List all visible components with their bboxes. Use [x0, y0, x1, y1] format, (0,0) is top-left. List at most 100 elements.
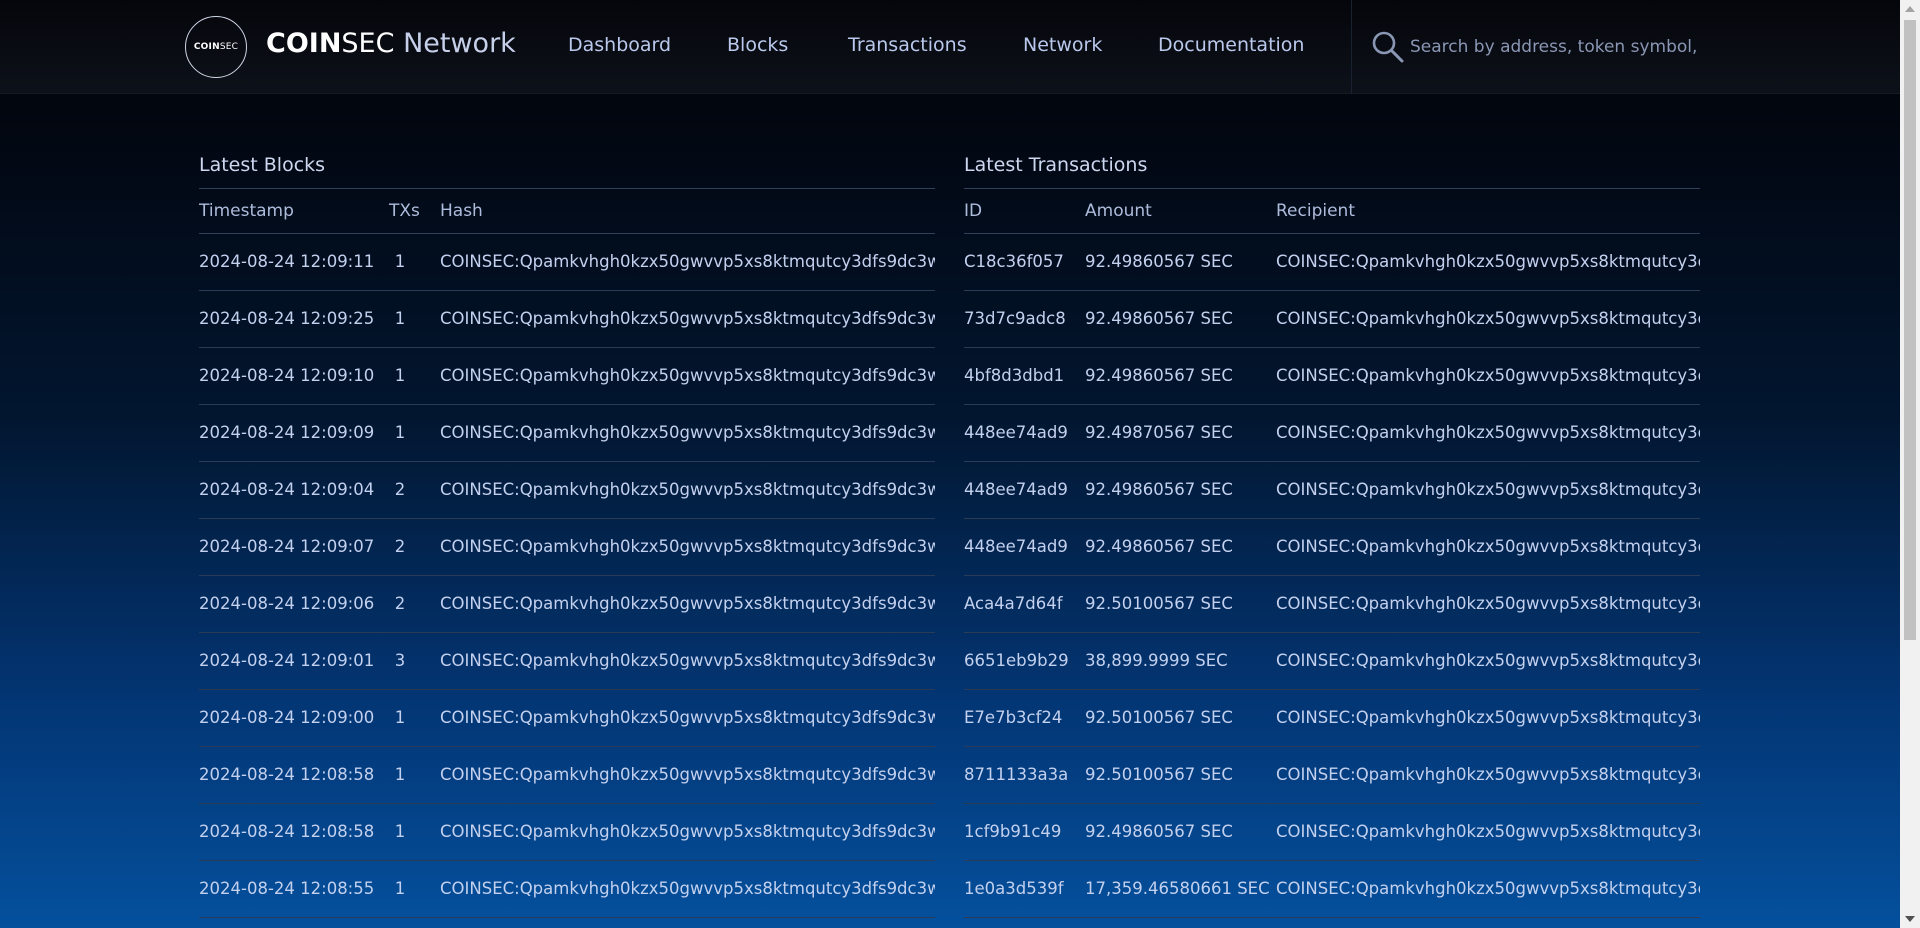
tx-amount: 92.50100567 SEC	[1085, 765, 1233, 784]
table-row[interactable]: 2024-08-24 12:08:55 1 COINSEC:Qpamkvhgh0kz…	[199, 861, 935, 918]
nav-documentation[interactable]: Documentation	[1158, 34, 1304, 56]
block-hash-link[interactable]: COINSEC:Qpamkvhgh0kzx50gwvvp5xs8ktmqutcy…	[440, 366, 935, 385]
block-hash-link[interactable]: COINSEC:Qpamkvhgh0kzx50gwvvp5xs8ktmqutcy…	[440, 252, 935, 271]
tx-id-link[interactable]: 1cf9b91c49	[964, 822, 1061, 841]
tx-recipient-link[interactable]: COINSEC:Qpamkvhgh0kzx50gwvvp5xs8ktmqutcy…	[1276, 309, 1700, 328]
tx-recipient-link[interactable]: COINSEC:Qpamkvhgh0kzx50gwvvp5xs8ktmqutcy…	[1276, 651, 1700, 670]
blocks-table-header: Timestamp TXs Hash	[199, 189, 935, 234]
nav-network[interactable]: Network	[1023, 34, 1102, 56]
col-amount: Amount	[1085, 201, 1152, 221]
block-hash-link[interactable]: COINSEC:Qpamkvhgh0kzx50gwvvp5xs8ktmqutcy…	[440, 879, 935, 898]
search-icon[interactable]	[1371, 30, 1405, 64]
brand-bold: COIN	[266, 28, 342, 59]
tx-id-link[interactable]: C18c36f057	[964, 252, 1064, 271]
tx-id-link[interactable]: 448ee74ad9	[964, 423, 1068, 442]
page-scrollbar[interactable]	[1900, 0, 1920, 928]
block-hash-link[interactable]: COINSEC:Qpamkvhgh0kzx50gwvvp5xs8ktmqutcy…	[440, 537, 935, 556]
nav-transactions[interactable]: Transactions	[848, 34, 967, 56]
brand-rest: Network	[394, 28, 516, 59]
table-row[interactable]: 2024-08-24 12:09:06 2 COINSEC:Qpamkvhgh0kz…	[199, 576, 935, 633]
block-tx-count: 1	[394, 765, 406, 784]
nav-dashboard[interactable]: Dashboard	[568, 34, 671, 56]
table-row[interactable]: 448ee74ad9 92.49860567 SEC COINSEC:Qpamkvh…	[964, 519, 1700, 576]
nav-blocks[interactable]: Blocks	[727, 34, 788, 56]
tx-amount: 92.50100567 SEC	[1085, 708, 1233, 727]
table-row[interactable]: 2024-08-24 12:09:10 1 COINSEC:Qpamkvhgh0kz…	[199, 348, 935, 405]
table-row[interactable]: 1e0a3d539f 17,359.46580661 SEC COINSEC:Qpa…	[964, 861, 1700, 918]
tx-recipient-link[interactable]: COINSEC:Qpamkvhgh0kzx50gwvvp5xs8ktmqutcy…	[1276, 708, 1700, 727]
tx-recipient-link[interactable]: COINSEC:Qpamkvhgh0kzx50gwvvp5xs8ktmqutcy…	[1276, 537, 1700, 556]
latest-blocks-panel: Latest Blocks Timestamp TXs Hash 2024-08…	[199, 150, 935, 918]
tx-amount: 92.49860567 SEC	[1085, 252, 1233, 271]
block-tx-count: 2	[394, 480, 406, 499]
table-row[interactable]: 2024-08-24 12:09:25 1 COINSEC:Qpamkvhgh0kz…	[199, 291, 935, 348]
scroll-thumb[interactable]	[1904, 20, 1916, 640]
scroll-down-icon[interactable]	[1905, 916, 1915, 922]
block-tx-count: 1	[394, 708, 406, 727]
table-row[interactable]: E7e7b3cf24 92.50100567 SEC COINSEC:Qpamkvh…	[964, 690, 1700, 747]
tx-id-link[interactable]: 73d7c9adc8	[964, 309, 1066, 328]
table-row[interactable]: 2024-08-24 12:09:01 3 COINSEC:Qpamkvhgh0kz…	[199, 633, 935, 690]
block-tx-count: 1	[394, 366, 406, 385]
tx-recipient-link[interactable]: COINSEC:Qpamkvhgh0kzx50gwvvp5xs8ktmqutcy…	[1276, 879, 1700, 898]
table-row[interactable]: 8711133a3a 92.50100567 SEC COINSEC:Qpamkvh…	[964, 747, 1700, 804]
tx-amount: 38,899.9999 SEC	[1085, 651, 1228, 670]
tx-recipient-link[interactable]: COINSEC:Qpamkvhgh0kzx50gwvvp5xs8ktmqutcy…	[1276, 594, 1700, 613]
tx-id-link[interactable]: 8711133a3a	[964, 765, 1068, 784]
block-timestamp: 2024-08-24 12:09:09	[199, 423, 375, 442]
tx-id-link[interactable]: 4bf8d3dbd1	[964, 366, 1064, 385]
table-row[interactable]: 2024-08-24 12:09:07 2 COINSEC:Qpamkvhgh0kz…	[199, 519, 935, 576]
block-hash-link[interactable]: COINSEC:Qpamkvhgh0kzx50gwvvp5xs8ktmqutcy…	[440, 480, 935, 499]
block-hash-link[interactable]: COINSEC:Qpamkvhgh0kzx50gwvvp5xs8ktmqutcy…	[440, 822, 935, 841]
table-row[interactable]: 2024-08-24 12:09:00 1 COINSEC:Qpamkvhgh0kz…	[199, 690, 935, 747]
tx-recipient-link[interactable]: COINSEC:Qpamkvhgh0kzx50gwvvp5xs8ktmqutcy…	[1276, 822, 1700, 841]
tx-recipient-link[interactable]: COINSEC:Qpamkvhgh0kzx50gwvvp5xs8ktmqutcy…	[1276, 423, 1700, 442]
table-row[interactable]: 73d7c9adc8 92.49860567 SEC COINSEC:Qpamkvh…	[964, 291, 1700, 348]
latest-transactions-title: Latest Transactions	[964, 154, 1148, 176]
block-hash-link[interactable]: COINSEC:Qpamkvhgh0kzx50gwvvp5xs8ktmqutcy…	[440, 594, 935, 613]
tx-id-link[interactable]: 6651eb9b29	[964, 651, 1069, 670]
table-row[interactable]: 448ee74ad9 92.49870567 SEC COINSEC:Qpamkvh…	[964, 405, 1700, 462]
block-hash-link[interactable]: COINSEC:Qpamkvhgh0kzx50gwvvp5xs8ktmqutcy…	[440, 309, 935, 328]
table-row[interactable]: 2024-08-24 12:09:09 1 COINSEC:Qpamkvhgh0kz…	[199, 405, 935, 462]
transactions-table-header: ID Amount Recipient	[964, 189, 1700, 234]
table-row[interactable]: 1cf9b91c49 92.49860567 SEC COINSEC:Qpamkvh…	[964, 804, 1700, 861]
search-input[interactable]	[1410, 30, 1697, 64]
logo[interactable]: COIN SEC	[185, 16, 247, 78]
table-row[interactable]: C18c36f057 92.49860567 SEC COINSEC:Qpamkvh…	[964, 234, 1700, 291]
tx-recipient-link[interactable]: COINSEC:Qpamkvhgh0kzx50gwvvp5xs8ktmqutcy…	[1276, 765, 1700, 784]
tx-recipient-link[interactable]: COINSEC:Qpamkvhgh0kzx50gwvvp5xs8ktmqutcy…	[1276, 480, 1700, 499]
block-hash-link[interactable]: COINSEC:Qpamkvhgh0kzx50gwvvp5xs8ktmqutcy…	[440, 651, 935, 670]
tx-id-link[interactable]: 448ee74ad9	[964, 480, 1068, 499]
brand-name[interactable]: COINSEC Network	[266, 28, 516, 59]
tx-recipient-link[interactable]: COINSEC:Qpamkvhgh0kzx50gwvvp5xs8ktmqutcy…	[1276, 252, 1700, 271]
block-hash-link[interactable]: COINSEC:Qpamkvhgh0kzx50gwvvp5xs8ktmqutcy…	[440, 708, 935, 727]
table-row[interactable]: 4bf8d3dbd1 92.49860567 SEC COINSEC:Qpamkvh…	[964, 348, 1700, 405]
block-tx-count: 1	[394, 423, 406, 442]
block-hash-link[interactable]: COINSEC:Qpamkvhgh0kzx50gwvvp5xs8ktmqutcy…	[440, 423, 935, 442]
table-row[interactable]: 6651eb9b29 38,899.9999 SEC COINSEC:Qpamkvh…	[964, 633, 1700, 690]
table-row[interactable]: 2024-08-24 12:08:58 1 COINSEC:Qpamkvhgh0kz…	[199, 804, 935, 861]
transactions-table-body: C18c36f057 92.49860567 SEC COINSEC:Qpamkvh…	[964, 234, 1700, 918]
tx-id-link[interactable]: 448ee74ad9	[964, 537, 1068, 556]
scroll-up-icon[interactable]	[1905, 6, 1915, 12]
tx-amount: 92.49860567 SEC	[1085, 822, 1233, 841]
block-timestamp: 2024-08-24 12:09:11	[199, 252, 375, 271]
table-row[interactable]: 448ee74ad9 92.49860567 SEC COINSEC:Qpamkvh…	[964, 462, 1700, 519]
tx-id-link[interactable]: E7e7b3cf24	[964, 708, 1062, 727]
block-hash-link[interactable]: COINSEC:Qpamkvhgh0kzx50gwvvp5xs8ktmqutcy…	[440, 765, 935, 784]
header-divider	[1351, 0, 1352, 94]
tx-id-link[interactable]: Aca4a7d64f	[964, 594, 1063, 613]
table-row[interactable]: 2024-08-24 12:08:58 1 COINSEC:Qpamkvhgh0kz…	[199, 747, 935, 804]
table-row[interactable]: 2024-08-24 12:09:11 1 COINSEC:Qpamkvhgh0kz…	[199, 234, 935, 291]
top-header: COIN SEC COINSEC Network Dashboard Blocks…	[0, 0, 1900, 94]
col-txs: TXs	[389, 201, 420, 221]
table-row[interactable]: 2024-08-24 12:09:04 2 COINSEC:Qpamkvhgh0kz…	[199, 462, 935, 519]
tx-recipient-link[interactable]: COINSEC:Qpamkvhgh0kzx50gwvvp5xs8ktmqutcy…	[1276, 366, 1700, 385]
block-timestamp: 2024-08-24 12:09:07	[199, 537, 375, 556]
col-id: ID	[964, 201, 983, 221]
table-row[interactable]: Aca4a7d64f 92.50100567 SEC COINSEC:Qpamkvh…	[964, 576, 1700, 633]
tx-id-link[interactable]: 1e0a3d539f	[964, 879, 1064, 898]
col-recipient: Recipient	[1276, 201, 1355, 221]
block-tx-count: 2	[394, 537, 406, 556]
